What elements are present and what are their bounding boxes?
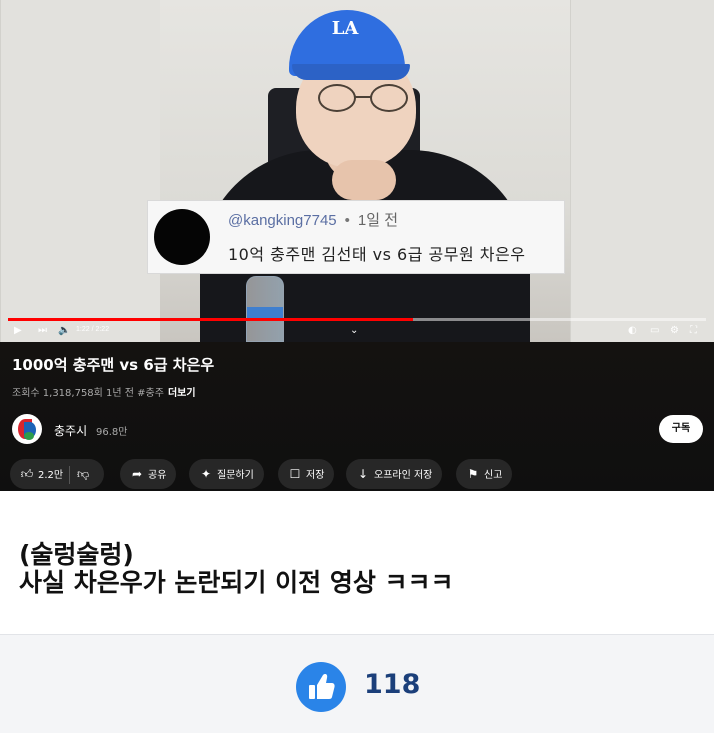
video-player[interactable]: LA @kangking7745 • 1일 전 10억 충주맨 김선태 vs 6급 … <box>0 0 714 342</box>
comment-header: @kangking7745 • 1일 전 <box>228 209 398 230</box>
wall-background <box>570 0 714 342</box>
channel-name[interactable]: 충주시 <box>54 422 87 439</box>
time-display: 1:22 / 2:22 <box>76 326 110 333</box>
video-meta: 조회수 1,318,758회 1년 전 #충주 더보기 <box>12 384 196 399</box>
view-count-date: 조회수 1,318,758회 1년 전 #충주 <box>12 388 164 399</box>
like-count: 2.2만 <box>38 470 64 481</box>
progress-fill <box>8 318 413 321</box>
thumbs-down-icon[interactable]: 👎︎ <box>76 459 90 489</box>
share-button[interactable]: ➦ 공유 <box>120 459 177 489</box>
video-info: 1000억 충주맨 vs 6급 차은우 조회수 1,318,758회 1년 전 … <box>0 342 714 491</box>
save-button[interactable]: ☐ 저장 <box>278 459 335 489</box>
download-icon: ↓ <box>357 467 369 481</box>
post-caption: (술렁술렁) 사실 차은우가 논란되기 이전 영상 ㅋㅋㅋ <box>0 491 714 634</box>
commenter-avatar <box>154 209 210 265</box>
share-label: 공유 <box>148 470 167 481</box>
like-footer: 118 <box>0 634 714 733</box>
like-dislike-button[interactable]: 👍︎ 2.2만 👎︎ <box>10 459 105 489</box>
next-icon[interactable]: ⏭ <box>38 324 47 338</box>
more-link[interactable]: 더보기 <box>168 388 196 399</box>
comment-separator: • <box>344 212 350 229</box>
video-title: 1000억 충주맨 vs 6급 차은우 <box>12 356 215 374</box>
volume-icon[interactable]: 🔈 <box>58 324 70 338</box>
ask-button[interactable]: ✦ 질문하기 <box>189 459 264 489</box>
captions-icon[interactable]: ▭ <box>650 324 659 338</box>
player-controls: ▶ ⏭ 🔈 1:22 / 2:22 ⌄ ◐ ▭ ⚙ ⛶ <box>0 322 714 342</box>
glasses <box>318 84 410 114</box>
clasped-hands <box>332 160 396 200</box>
channel-avatar[interactable] <box>12 414 42 444</box>
wall-background <box>0 0 160 342</box>
thumbs-up-icon: 👍︎ <box>20 467 34 481</box>
subscribe-button[interactable]: 구독 <box>659 415 703 443</box>
report-button[interactable]: ⚑ 신고 <box>456 459 513 489</box>
action-bar: 👍︎ 2.2만 👎︎ ➦ 공유 ✦ 질문하기 ☐ 저장 ↓ 오프라인 저장 ⚑ 신고 <box>10 459 710 489</box>
subscriber-count: 96.8만 <box>96 427 128 438</box>
ask-label: 질문하기 <box>217 470 254 481</box>
fullscreen-icon[interactable]: ⛶ <box>690 324 697 338</box>
settings-icon[interactable]: ⚙ <box>670 324 679 338</box>
cap-brim <box>292 64 410 80</box>
comment-overlay: @kangking7745 • 1일 전 10억 충주맨 김선태 vs 6급 공무원… <box>147 200 565 274</box>
cap-logo: LA <box>331 18 359 39</box>
progress-bar[interactable] <box>8 318 706 321</box>
chevron-down-icon[interactable]: ⌄ <box>350 324 358 338</box>
share-icon: ➦ <box>131 467 143 481</box>
comment-time: 1일 전 <box>357 212 399 229</box>
like-count: 118 <box>364 669 421 700</box>
report-label: 신고 <box>484 470 503 481</box>
offline-save-button[interactable]: ↓ 오프라인 저장 <box>346 459 443 489</box>
caption-line-2: 사실 차은우가 논란되기 이전 영상 ㅋㅋㅋ <box>19 568 454 597</box>
like-button[interactable] <box>296 662 346 712</box>
play-icon[interactable]: ▶ <box>14 324 22 338</box>
save-icon: ☐ <box>289 467 301 481</box>
autoplay-toggle-icon[interactable]: ◐ <box>628 324 637 338</box>
comment-username: @kangking7745 <box>228 212 337 229</box>
comment-text: 10억 충주맨 김선태 vs 6급 공무원 차은우 <box>228 245 526 264</box>
save-label: 저장 <box>306 470 325 481</box>
offline-label: 오프라인 저장 <box>374 470 433 481</box>
thumbs-up-icon <box>309 674 335 699</box>
flag-icon: ⚑ <box>467 467 479 481</box>
sparkle-icon: ✦ <box>200 467 212 481</box>
